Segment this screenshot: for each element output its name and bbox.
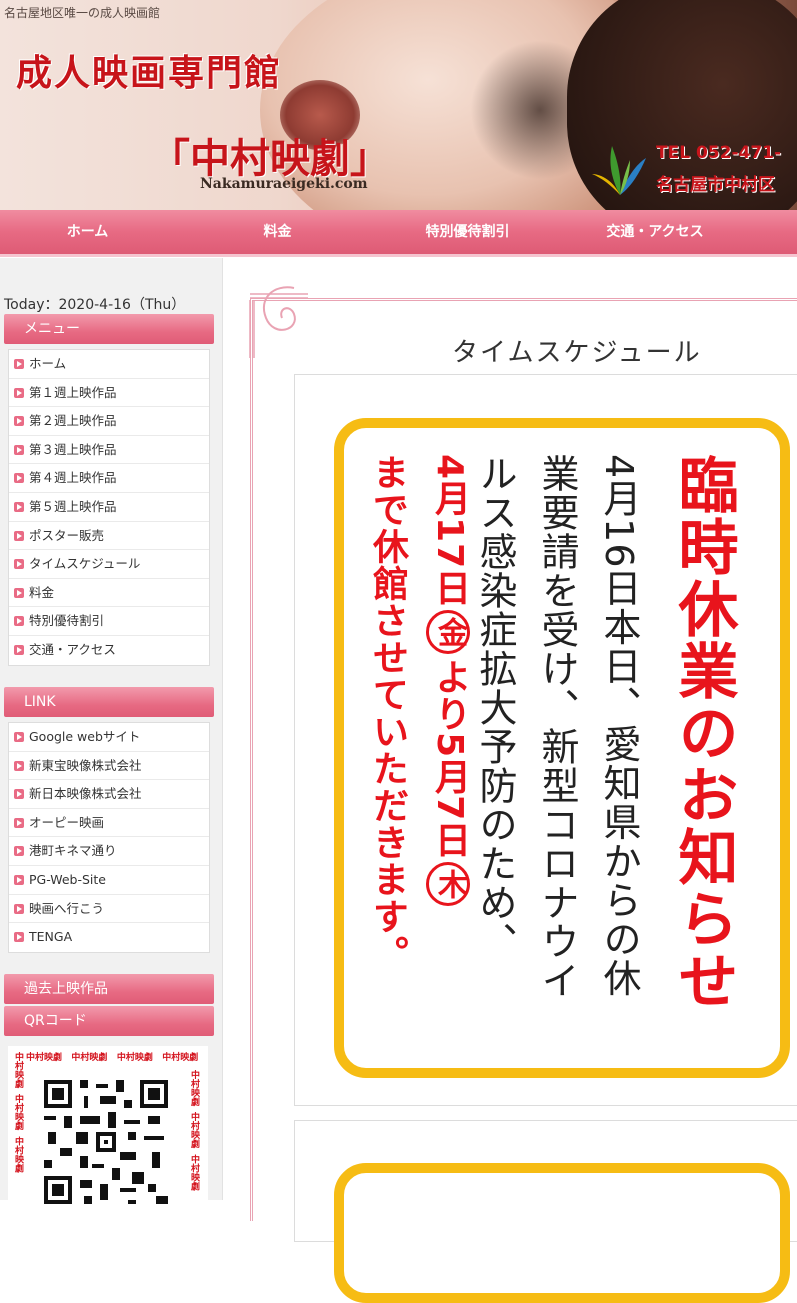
arrow-bullet-icon <box>14 587 24 598</box>
header-address: 名古屋市中村区 <box>656 175 775 195</box>
site-tagline: 名古屋地区唯一の成人映画館 <box>4 6 161 20</box>
link-item[interactable]: TENGA <box>9 923 209 952</box>
notice-card-2 <box>334 1163 790 1303</box>
arrow-bullet-icon <box>14 359 24 369</box>
arrow-bullet-icon <box>14 473 24 484</box>
arrow-bullet-icon <box>14 416 24 427</box>
notice-body-line-2: 業要請を受け、新型コロナウイ <box>535 454 579 1000</box>
notice-title: 臨時休業のお知らせ <box>668 454 738 1012</box>
arrow-bullet-icon <box>14 644 24 655</box>
arrow-bullet-icon <box>14 530 24 541</box>
arrow-bullet-icon <box>14 903 24 914</box>
site-url: Nakamuraeigeki.com <box>200 176 368 192</box>
arrow-bullet-icon <box>14 501 24 512</box>
weekday-fri: 金 <box>426 610 470 655</box>
menu-item-discount[interactable]: 特別優待割引 <box>9 607 209 636</box>
qr-code-card: 中村映劇 中村映劇 中村映劇 中村映劇 中村映劇 中村映劇 中村映劇 中村映劇 … <box>8 1046 208 1206</box>
arrow-bullet-icon <box>14 846 24 857</box>
menu-item-access[interactable]: 交通・アクセス <box>9 636 209 665</box>
link-item[interactable]: Google webサイト <box>9 723 209 752</box>
menu-list: ホーム 第１週上映作品 第２週上映作品 第３週上映作品 第４週上映作品 第５週上… <box>8 349 210 666</box>
link-item[interactable]: PG-Web-Site <box>9 866 209 895</box>
past-works-heading[interactable]: 過去上映作品 <box>4 974 214 1004</box>
arrow-bullet-icon <box>14 559 24 570</box>
link-list: Google webサイト 新東宝映像株式会社 新日本映像株式会社 オーピー映画… <box>8 722 210 953</box>
sidebar: Today：2020-4-16（Thu） メニュー ホーム 第１週上映作品 第２… <box>0 258 223 1206</box>
menu-item-week5[interactable]: 第５週上映作品 <box>9 493 209 522</box>
link-heading: LINK <box>4 687 214 717</box>
menu-item-week1[interactable]: 第１週上映作品 <box>9 379 209 408</box>
notice-body-line-1: 4月16日本日、愛知県からの休 <box>597 454 641 998</box>
menu-item-home[interactable]: ホーム <box>9 350 209 379</box>
arrow-bullet-icon <box>14 817 24 828</box>
link-item[interactable]: オーピー映画 <box>9 809 209 838</box>
link-item[interactable]: 港町キネマ通り <box>9 837 209 866</box>
nav-price[interactable]: 料金 <box>175 210 380 254</box>
menu-heading: メニュー <box>4 314 214 344</box>
main-nav: ホーム 料金 特別優待割引 交通・アクセス <box>0 210 797 257</box>
nav-home[interactable]: ホーム <box>0 210 175 254</box>
page-title: タイムスケジュール <box>452 338 702 368</box>
header-tel: TEL 052-471- <box>656 143 782 163</box>
notice-dates: 4月17日金より5月7日木 <box>420 454 478 910</box>
qr-code <box>40 1076 172 1206</box>
arrow-bullet-icon <box>14 732 24 742</box>
menu-item-week4[interactable]: 第４週上映作品 <box>9 464 209 493</box>
menu-item-poster[interactable]: ポスター販売 <box>9 522 209 551</box>
link-item[interactable]: 映画へ行こう <box>9 895 209 924</box>
arrow-bullet-icon <box>14 874 24 885</box>
nav-access[interactable]: 交通・アクセス <box>555 210 755 254</box>
arrow-bullet-icon <box>14 616 24 627</box>
menu-item-price[interactable]: 料金 <box>9 579 209 608</box>
notice-closing: まで休館させていただきます。 <box>367 454 408 972</box>
arrow-bullet-icon <box>14 932 24 943</box>
link-item[interactable]: 新日本映像株式会社 <box>9 780 209 809</box>
main-content: タイムスケジュール 臨時休業のお知らせ 4月16日本日、愛知県からの休 業要請を… <box>226 258 797 1303</box>
arrow-bullet-icon <box>14 760 24 771</box>
arrow-bullet-icon <box>14 789 24 800</box>
nav-special-discount[interactable]: 特別優待割引 <box>380 210 555 254</box>
qr-heading: QRコード <box>4 1006 214 1036</box>
today-date: Today：2020-4-16（Thu） <box>4 297 186 313</box>
frame-ornament-icon <box>249 286 308 358</box>
arrow-bullet-icon <box>14 444 24 455</box>
leaf-logo-icon <box>592 146 646 195</box>
menu-item-week2[interactable]: 第２週上映作品 <box>9 407 209 436</box>
site-header: 名古屋地区唯一の成人映画館 成人映画専門館 「中村映劇」 Nakamuraeig… <box>0 0 797 210</box>
weekday-thu: 木 <box>426 862 470 907</box>
site-subtitle: 成人映画専門館 <box>16 52 283 94</box>
menu-item-week3[interactable]: 第３週上映作品 <box>9 436 209 465</box>
arrow-bullet-icon <box>14 387 24 398</box>
menu-item-schedule[interactable]: タイムスケジュール <box>9 550 209 579</box>
link-item[interactable]: 新東宝映像株式会社 <box>9 752 209 781</box>
